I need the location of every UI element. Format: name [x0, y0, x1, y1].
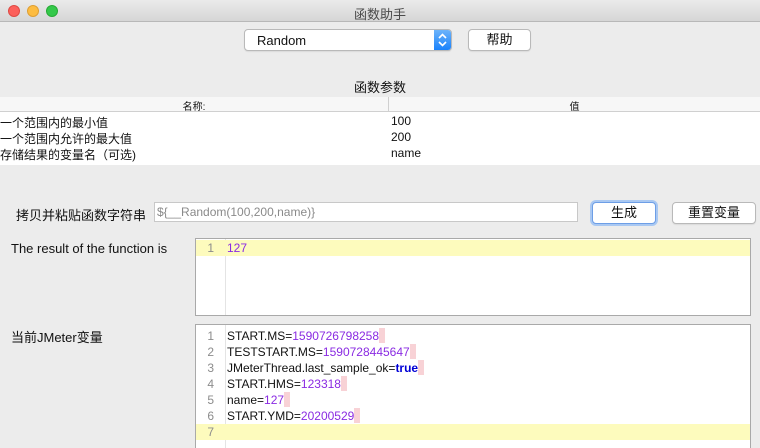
title-bar: 函数助手	[0, 0, 760, 22]
param-value-cell[interactable]: 100	[391, 114, 411, 128]
param-name-cell: 一个范围内的最小值	[0, 116, 109, 130]
variable-value: 1590726798258	[292, 329, 380, 343]
param-value-cell[interactable]: 200	[391, 130, 411, 144]
params-table: 名称: 值 一个范围内的最小值 100 一个范围内允许的最大值 200 存储结果…	[0, 97, 760, 165]
whitespace-marker	[379, 328, 386, 343]
whitespace-marker	[409, 344, 416, 359]
result-label: The result of the function is	[11, 241, 168, 256]
generate-button[interactable]: 生成	[592, 202, 656, 224]
editor-line[interactable]: 6 START.YMD=20200529	[196, 408, 750, 424]
param-name-cell: 存储结果的变量名（可选)	[0, 148, 136, 162]
variable-equals: =	[293, 409, 301, 423]
params-table-header: 名称: 值	[0, 97, 760, 113]
param-name-cell: 一个范围内允许的最大值	[0, 132, 133, 146]
table-row[interactable]: 一个范围内的最小值 100	[0, 114, 760, 130]
variable-key: START.HMS	[227, 377, 294, 391]
line-number: 3	[207, 361, 214, 375]
editor-line[interactable]: 5 name=127	[196, 392, 750, 408]
function-select[interactable]: Random	[244, 29, 452, 51]
whitespace-marker	[354, 408, 361, 423]
variable-key: JMeterThread.last_sample_ok	[227, 361, 389, 375]
jmeter-variables-label: 当前JMeter变量	[11, 330, 103, 345]
column-header-value[interactable]: 值	[389, 98, 760, 113]
line-number: 2	[207, 345, 214, 359]
variable-value: 1590728445647	[322, 345, 410, 359]
line-number: 1	[207, 241, 214, 255]
variable-key: name	[227, 393, 258, 407]
column-header-name[interactable]: 名称:	[0, 98, 388, 113]
editor-line[interactable]: 3 JMeterThread.last_sample_ok=true	[196, 360, 750, 376]
window-title: 函数助手	[353, 7, 406, 22]
line-number: 7	[207, 425, 214, 439]
table-row[interactable]: 一个范围内允许的最大值 200	[0, 130, 760, 146]
reset-variables-button[interactable]: 重置变量	[672, 202, 756, 224]
variable-value-keyword: true	[395, 361, 419, 375]
variable-key: START.MS	[227, 329, 286, 343]
help-button[interactable]: 帮助	[468, 29, 531, 51]
function-select-value: Random	[257, 33, 307, 48]
function-string-input[interactable]	[155, 203, 577, 221]
editor-line[interactable]: 7	[196, 424, 750, 440]
whitespace-marker	[284, 392, 291, 407]
variable-value: 20200529	[300, 409, 355, 423]
param-value-cell[interactable]: name	[391, 146, 421, 160]
whitespace-marker	[418, 360, 425, 375]
chevron-up-down-icon[interactable]	[434, 30, 451, 50]
variable-value: 123318	[300, 377, 341, 391]
line-number: 1	[207, 329, 214, 343]
result-editor[interactable]: 1 127	[195, 238, 751, 316]
jmeter-variables-editor[interactable]: 1 START.MS=1590726798258 2 TESTSTART.MS=…	[195, 324, 751, 448]
variable-value: 127	[264, 393, 285, 407]
table-row[interactable]: 存储结果的变量名（可选) name	[0, 146, 760, 162]
variable-equals: =	[257, 393, 265, 407]
params-section-title: 函数参数	[353, 80, 406, 95]
line-number: 5	[207, 393, 214, 407]
editor-line[interactable]: 4 START.HMS=123318	[196, 376, 750, 392]
variable-equals: =	[293, 377, 301, 391]
editor-line[interactable]: 1 START.MS=1590726798258	[196, 328, 750, 344]
variable-key: START.YMD	[227, 409, 294, 423]
editor-line[interactable]: 2 TESTSTART.MS=1590728445647	[196, 344, 750, 360]
editor-line[interactable]: 1 127	[196, 240, 750, 256]
whitespace-marker	[340, 376, 347, 391]
variable-equals: =	[315, 345, 323, 359]
result-value: 127	[227, 241, 248, 255]
line-number: 4	[207, 377, 214, 391]
line-number: 6	[207, 409, 214, 423]
variable-key: TESTSTART.MS	[227, 345, 316, 359]
function-string-field[interactable]	[154, 202, 578, 222]
function-string-label: 拷贝并粘贴函数字符串	[16, 208, 147, 223]
